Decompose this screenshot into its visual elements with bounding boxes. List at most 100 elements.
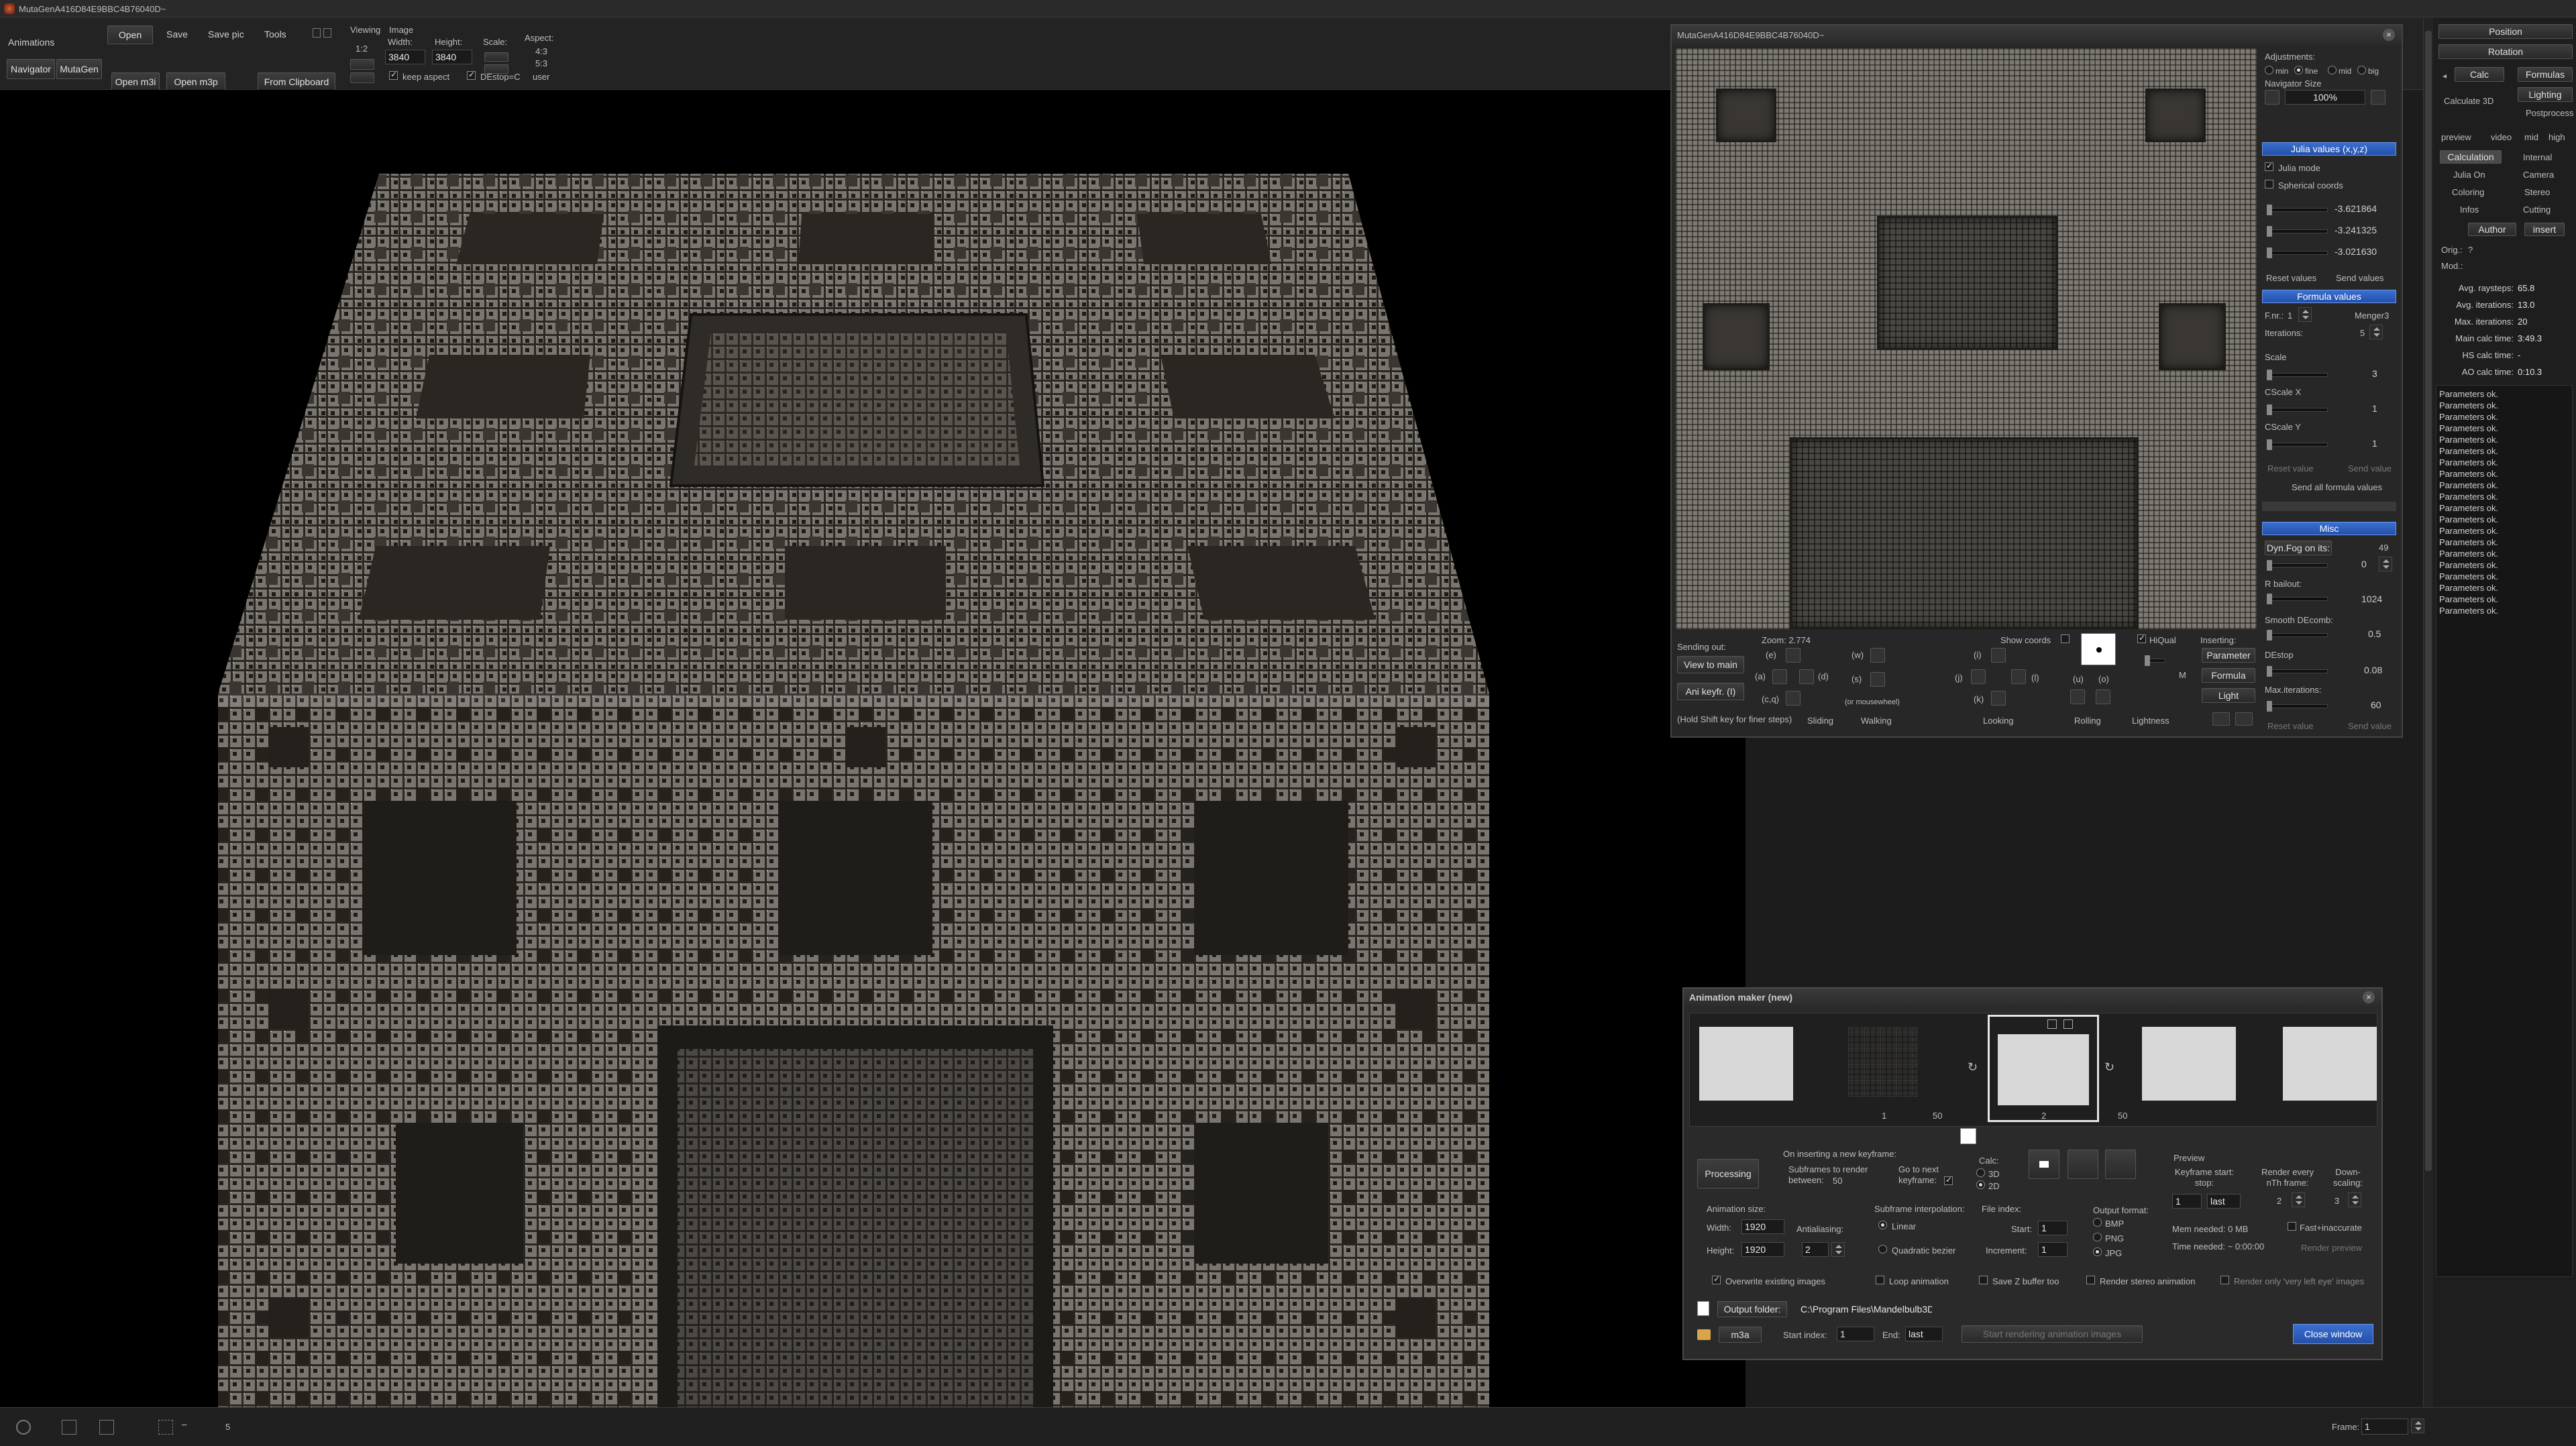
reset-value2-button[interactable]: Reset value xyxy=(2267,722,2314,730)
dyn-fog-slider-value[interactable]: 0 xyxy=(2361,559,2367,569)
smooth-value[interactable]: 0.5 xyxy=(2368,629,2381,638)
insert-keyframe-before-button[interactable] xyxy=(2068,1150,2098,1179)
keyframe-stop-input[interactable]: last xyxy=(2207,1194,2241,1209)
end-input[interactable]: last xyxy=(1905,1327,1943,1341)
insert-button[interactable]: insert xyxy=(2524,223,2565,236)
cscalex-slider[interactable] xyxy=(2267,404,2328,415)
navigator-size-right[interactable] xyxy=(2371,90,2385,105)
cscalex-value[interactable]: 1 xyxy=(2372,404,2377,413)
viewing-down-button[interactable] xyxy=(350,72,374,83)
julia-x-value[interactable]: -3.621864 xyxy=(2334,204,2377,213)
fnr-spinner[interactable] xyxy=(2298,307,2312,322)
walk-backward-button[interactable] xyxy=(1870,672,1885,687)
collapse-icon[interactable] xyxy=(313,28,321,38)
slide-right-button[interactable] xyxy=(1799,669,1814,684)
tab-coloring[interactable]: Coloring xyxy=(2452,188,2484,197)
tab-cutting[interactable]: Cutting xyxy=(2523,205,2551,214)
navigator-button[interactable]: Navigator xyxy=(7,59,55,79)
start-index-input[interactable]: 1 xyxy=(1837,1327,1874,1341)
settings-icon[interactable] xyxy=(16,1420,31,1435)
send-value-button[interactable]: Send value xyxy=(2348,464,2392,473)
author-button[interactable]: Author xyxy=(2468,223,2516,236)
julia-z-value[interactable]: -3.021630 xyxy=(2334,247,2377,256)
rbailout-slider[interactable] xyxy=(2267,594,2328,604)
adj-fine-radio[interactable] xyxy=(2294,66,2303,74)
scrollbar-track[interactable] xyxy=(2424,17,2433,1407)
output-path-input[interactable]: C:\Program Files\Mandelbulb3Dv190\ xyxy=(1798,1301,1932,1317)
go-to-next-checkbox[interactable] xyxy=(1944,1175,1953,1185)
frame-input[interactable]: 1 xyxy=(2361,1419,2408,1435)
image-width-input[interactable]: 3840 xyxy=(385,50,425,64)
calc-2d-radio[interactable] xyxy=(1976,1180,1985,1189)
anim-height-input[interactable]: 1920 xyxy=(1741,1242,1784,1257)
close-window-button[interactable]: Close window xyxy=(2293,1324,2373,1344)
adj-big-radio[interactable] xyxy=(2357,66,2366,74)
video-option[interactable]: video xyxy=(2491,133,2512,142)
postprocess-button[interactable]: Postprocess xyxy=(2526,109,2574,117)
trash-icon[interactable] xyxy=(2063,1019,2073,1029)
slide-up-button[interactable] xyxy=(1786,648,1801,663)
reset-values-button[interactable]: Reset values xyxy=(2266,274,2316,282)
file-increment-input[interactable]: 1 xyxy=(2038,1242,2068,1257)
render-viewport[interactable] xyxy=(0,90,1746,1407)
position-button[interactable]: Position xyxy=(2438,24,2573,39)
frame-spinner[interactable] xyxy=(2411,1419,2424,1433)
quadratic-radio[interactable] xyxy=(1878,1245,1887,1254)
scale-up-button[interactable] xyxy=(484,52,508,62)
overwrite-checkbox[interactable] xyxy=(1712,1274,1721,1284)
viewing-up-button[interactable] xyxy=(350,59,374,70)
formula-button[interactable]: Formula xyxy=(2202,668,2255,683)
look-right-button[interactable] xyxy=(2011,669,2026,684)
antialiasing-input[interactable]: 2 xyxy=(1802,1242,1829,1257)
downscaling-value[interactable]: 3 xyxy=(2334,1197,2339,1205)
lightness-slider[interactable] xyxy=(2145,655,2165,666)
reset-value-button[interactable]: Reset value xyxy=(2267,464,2314,473)
add-icon[interactable] xyxy=(62,1420,76,1435)
dyn-fog-button[interactable]: Dyn.Fog on its: xyxy=(2265,541,2332,555)
send-value2-button[interactable]: Send value xyxy=(2348,722,2392,730)
look-up-button[interactable] xyxy=(1991,648,2006,663)
dyn-fog-spinner[interactable] xyxy=(2379,557,2392,571)
aspect-option-user[interactable]: user xyxy=(533,72,549,81)
keyframe-start-input[interactable]: 1 xyxy=(2172,1194,2202,1209)
m3a-button[interactable]: m3a xyxy=(1719,1327,1762,1343)
render-preview-button[interactable]: Render preview xyxy=(2301,1243,2362,1252)
keyframe-1-thumbnail[interactable] xyxy=(1848,1027,1918,1097)
look-left-button[interactable] xyxy=(1971,669,1986,684)
dyn-fog-slider[interactable] xyxy=(2267,560,2328,571)
view-to-main-button[interactable]: View to main xyxy=(1677,656,1744,673)
insert-keyframe-button[interactable] xyxy=(2029,1150,2059,1179)
zoom-out-icon[interactable]: − xyxy=(181,1420,193,1435)
scale-slider[interactable] xyxy=(2267,370,2328,380)
hiqual-checkbox[interactable] xyxy=(2137,633,2146,643)
tab-stereo[interactable]: Stereo xyxy=(2524,188,2550,197)
render-stereo-checkbox[interactable] xyxy=(2086,1276,2095,1284)
parameter-button[interactable]: Parameter xyxy=(2202,648,2255,663)
keyframe-slot-empty-4[interactable] xyxy=(2283,1027,2377,1101)
image-height-input[interactable]: 3840 xyxy=(432,50,472,64)
refresh-icon-2[interactable]: ↻ xyxy=(2104,1060,2114,1074)
max-iter-value[interactable]: 60 xyxy=(2371,700,2381,710)
tab-internal[interactable]: Internal xyxy=(2523,153,2552,162)
tab-julia-on[interactable]: Julia On xyxy=(2453,170,2485,179)
scale-value[interactable]: 3 xyxy=(2372,369,2377,378)
formula-values-bar[interactable]: Formula values xyxy=(2262,290,2396,303)
navigator-size-left[interactable] xyxy=(2265,90,2279,105)
keyframe-slot-empty-3[interactable] xyxy=(2142,1027,2236,1101)
fast-inaccurate-checkbox[interactable] xyxy=(2288,1222,2296,1231)
smooth-slider[interactable] xyxy=(2267,630,2328,641)
keyframe-2-selected[interactable] xyxy=(1988,1015,2099,1122)
output-folder-button[interactable]: Output folder: xyxy=(1717,1301,1787,1317)
look-down-button[interactable] xyxy=(1991,691,2006,706)
animations-menu[interactable]: Animations xyxy=(8,38,54,47)
new-file-icon[interactable] xyxy=(1697,1301,1709,1316)
downscaling-spinner[interactable] xyxy=(2348,1192,2361,1207)
destop-slider[interactable] xyxy=(2267,666,2328,677)
walk-forward-button[interactable] xyxy=(1870,648,1885,663)
cscaley-value[interactable]: 1 xyxy=(2372,439,2377,448)
ani-keyfr-button[interactable]: Ani keyfr. (I) xyxy=(1677,683,1744,700)
adj-mid-radio[interactable] xyxy=(2328,66,2337,74)
rotation-button[interactable]: Rotation xyxy=(2438,44,2573,59)
save-button[interactable]: Save xyxy=(166,30,188,39)
high-option[interactable]: high xyxy=(2548,133,2565,142)
